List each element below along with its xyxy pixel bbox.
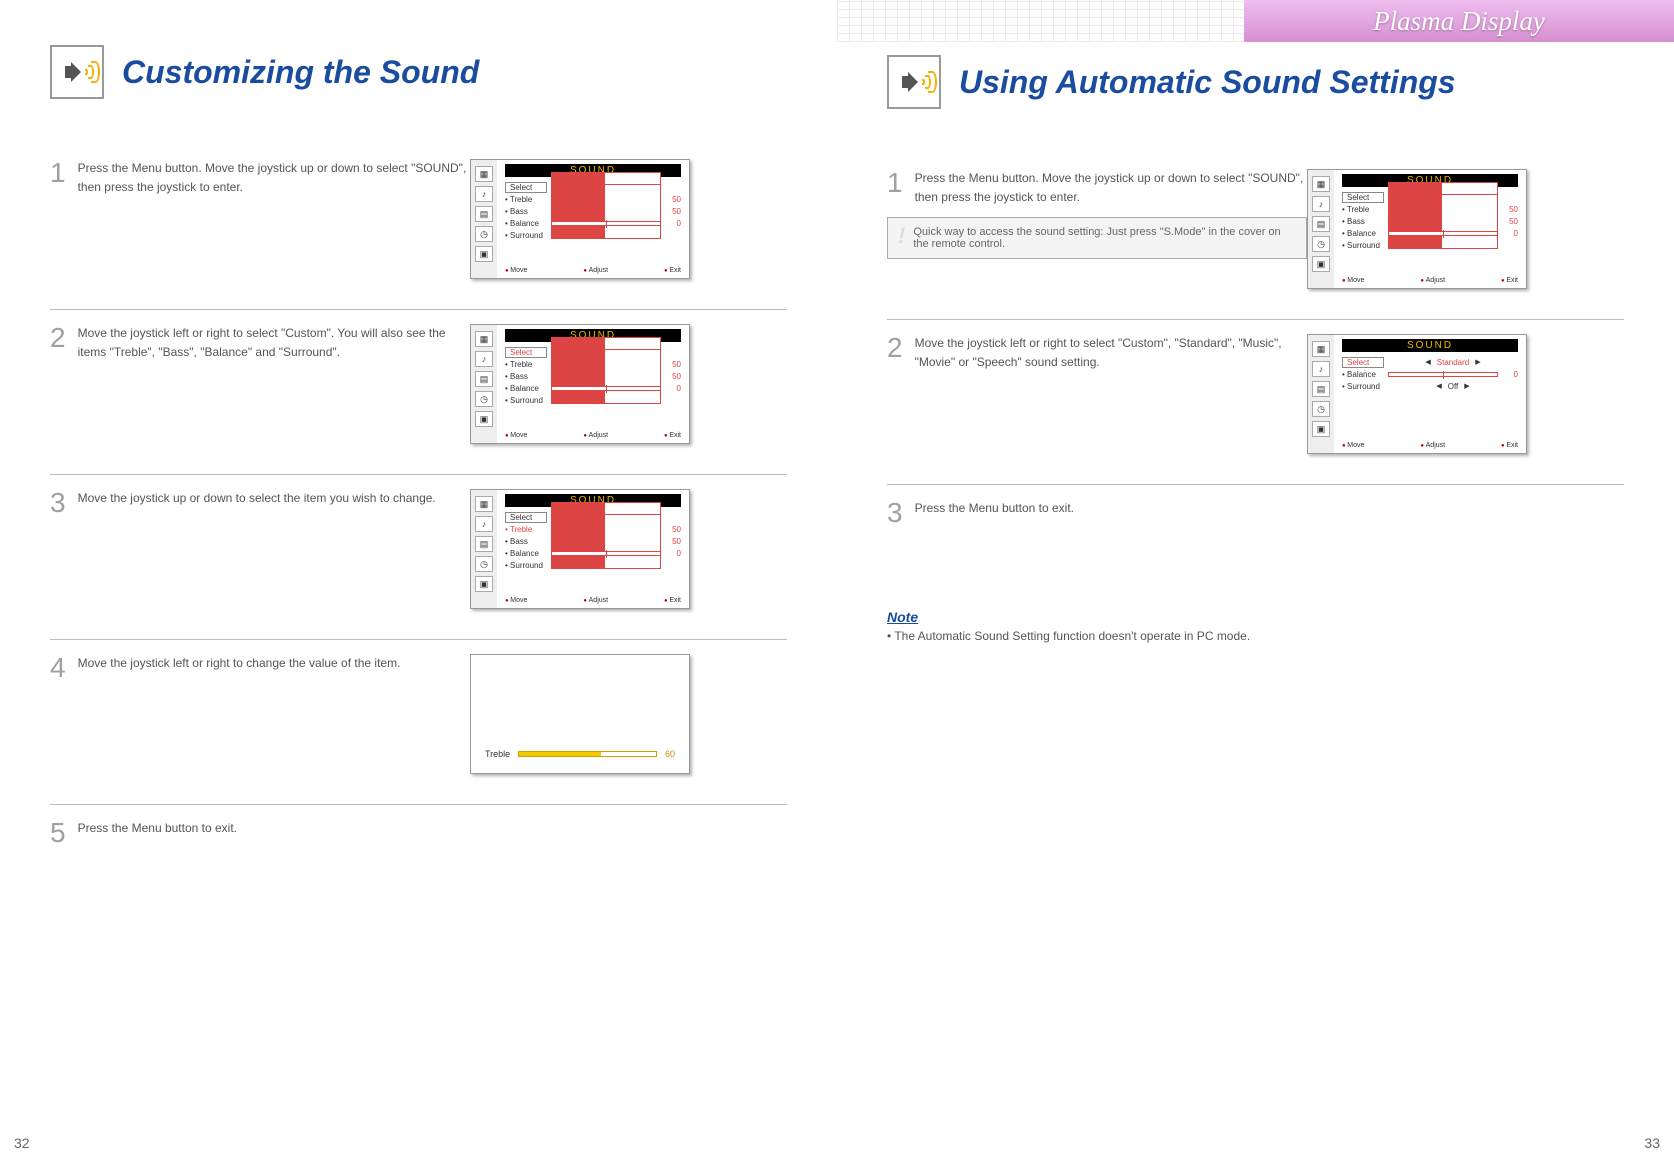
- page-title-left: Customizing the Sound: [122, 54, 479, 91]
- step-text: Press the Menu button. Move the joystick…: [915, 169, 1307, 207]
- step-number: 3: [887, 499, 903, 527]
- step-text: Move the joystick left or right to chang…: [78, 654, 401, 673]
- step-number: 5: [50, 819, 66, 847]
- note-heading: Note: [887, 609, 1624, 625]
- osd-screenshot: ▦♪▤◷▣ SOUND Select◀Custom▶ • Treble50 • …: [1307, 169, 1527, 289]
- step-text: Move the joystick left or right to selec…: [915, 334, 1307, 372]
- page-number: 33: [1644, 1135, 1660, 1151]
- right-page: Plasma Display Using Automatic Sound Set…: [837, 0, 1674, 1169]
- step-number: 3: [50, 489, 66, 517]
- osd-screenshot: ▦♪▤◷▣ SOUND Select◀Standard▶ • Balance0 …: [1307, 334, 1527, 454]
- osd-screenshot: ▦♪▤◷▣ SOUND Select◀Custom▶ • Treble50 • …: [470, 489, 690, 609]
- page-number: 32: [14, 1135, 30, 1151]
- osd-screenshot: Treble 60: [470, 654, 690, 774]
- step-number: 1: [887, 169, 903, 207]
- step-number: 4: [50, 654, 66, 682]
- step-text: Move the joystick left or right to selec…: [78, 324, 470, 362]
- left-page: Customizing the Sound 1 Press the Menu b…: [0, 0, 837, 1169]
- osd-screenshot: ▦♪▤◷▣ SOUND Select◀Custom▶ • Treble50 • …: [470, 159, 690, 279]
- exclamation-icon: !: [898, 226, 905, 250]
- step-text: Press the Menu button to exit.: [915, 499, 1074, 518]
- step-text: Press the Menu button to exit.: [78, 819, 237, 838]
- page-title-right: Using Automatic Sound Settings: [959, 64, 1456, 101]
- step-text: Move the joystick up or down to select t…: [78, 489, 436, 508]
- step-number: 2: [50, 324, 66, 352]
- osd-screenshot: ▦♪▤◷▣ SOUND Select◀Custom▶ • Treble50 • …: [470, 324, 690, 444]
- step-number: 2: [887, 334, 903, 362]
- sound-icon: [887, 55, 941, 109]
- banner: Plasma Display: [837, 0, 1674, 40]
- quick-tip-box: ! Quick way to access the sound setting:…: [887, 217, 1307, 259]
- step-text: Press the Menu button. Move the joystick…: [78, 159, 470, 197]
- note-body: • The Automatic Sound Setting function d…: [887, 629, 1624, 643]
- brand-text: Plasma Display: [1373, 6, 1545, 37]
- sound-icon: [50, 45, 104, 99]
- step-number: 1: [50, 159, 66, 187]
